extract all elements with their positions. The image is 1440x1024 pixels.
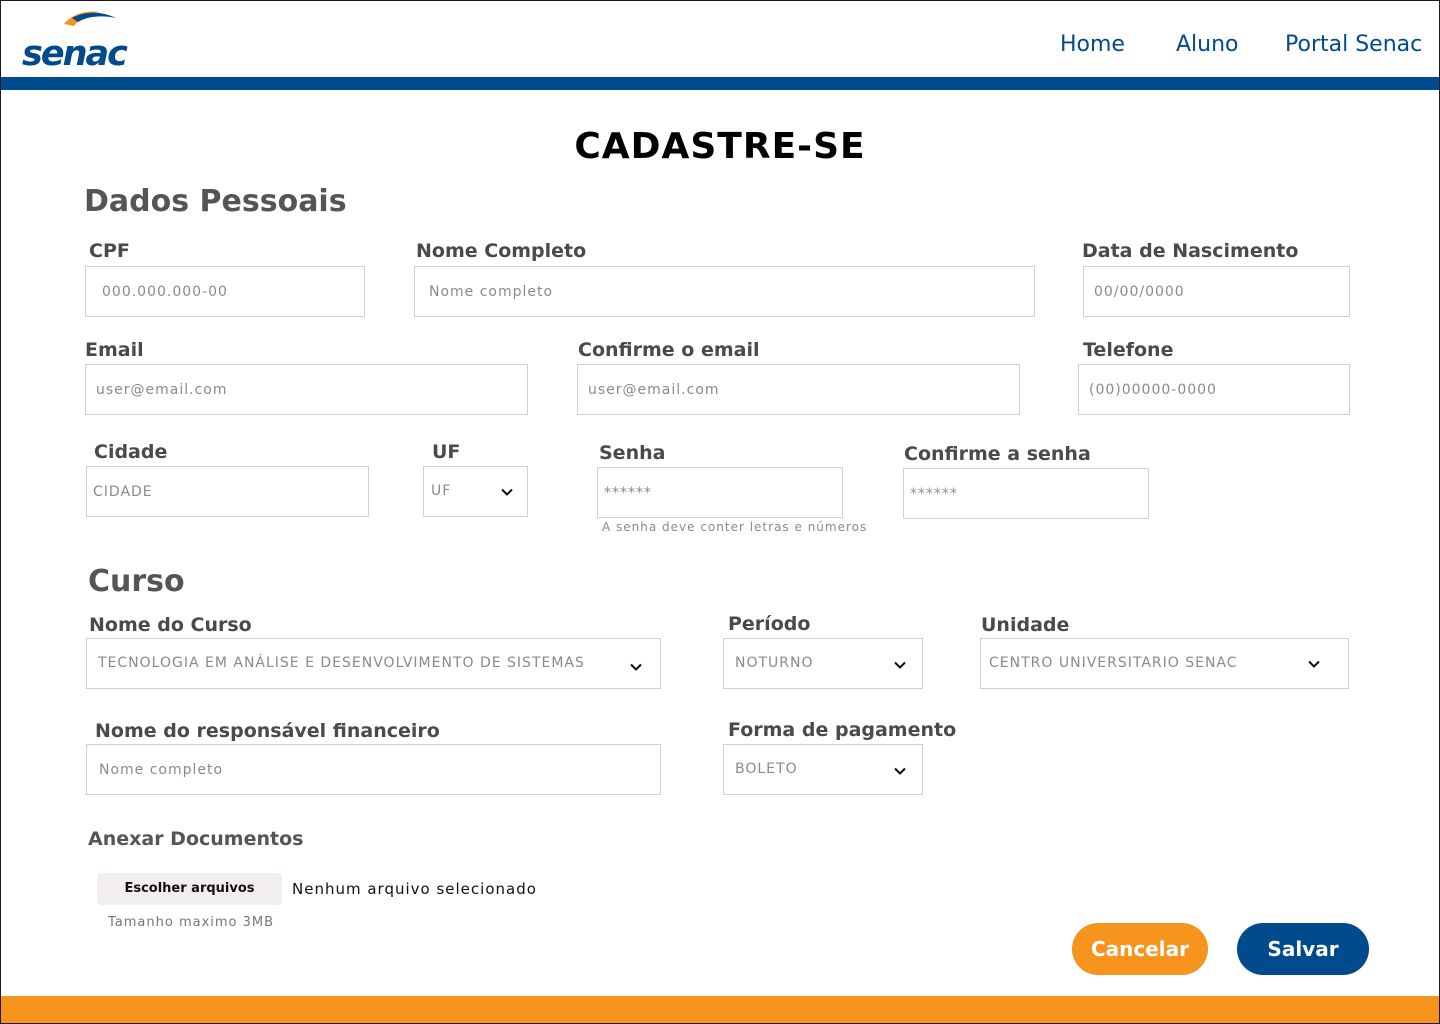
birth-date-field[interactable] [1083,266,1350,317]
full-name-label: Nome Completo [416,240,587,262]
email-field[interactable] [85,364,528,415]
city-label: Cidade [94,441,168,463]
course-name-select[interactable]: TECNOLOGIA EM ANÁLISE E DESENVOLVIMENTO … [86,638,661,689]
responsible-input[interactable] [87,745,660,794]
footer-orange-bar [0,996,1440,1024]
logo-text: senac [22,34,128,74]
chevron-down-icon [501,488,513,496]
payment-select[interactable]: BOLETO [723,744,923,795]
header-blue-bar [0,77,1440,90]
chevron-down-icon [1308,660,1320,668]
senac-logo[interactable]: senac [20,6,130,74]
chevron-down-icon [630,663,642,671]
period-select[interactable]: NOTURNO [723,638,923,689]
password-hint: A senha deve conter letras e números [602,520,868,534]
choose-files-button[interactable]: Escolher arquivos [97,873,282,905]
birth-date-label: Data de Nascimento [1082,240,1299,262]
unit-select[interactable]: CENTRO UNIVERSITARIO SENAC [980,638,1349,689]
attachments-label: Anexar Documentos [88,828,304,850]
phone-field[interactable] [1078,364,1350,415]
chevron-down-icon [894,661,906,669]
cpf-field[interactable] [85,266,365,317]
payment-value: BOLETO [735,761,798,777]
responsible-field[interactable] [86,744,661,795]
password-confirm-field[interactable] [903,468,1149,519]
cpf-input[interactable] [86,267,364,316]
password-input[interactable] [598,468,842,517]
full-name-field[interactable] [414,266,1035,317]
payment-label: Forma de pagamento [728,719,957,741]
phone-label: Telefone [1083,339,1174,361]
full-name-input[interactable] [415,267,1034,316]
save-button[interactable]: Salvar [1237,923,1369,975]
nav-portal-senac-link[interactable]: Portal Senac [1285,32,1422,57]
password-label: Senha [599,442,666,464]
section-title-course: Curso [88,564,185,599]
birth-date-input[interactable] [1084,267,1349,316]
responsible-label: Nome do responsável financeiro [95,720,440,742]
nav-home-link[interactable]: Home [1060,32,1125,57]
uf-select[interactable]: UF [423,466,528,517]
email-confirm-label: Confirme o email [578,339,760,361]
cancel-button[interactable]: Cancelar [1072,923,1208,975]
email-confirm-field[interactable] [577,364,1020,415]
period-label: Período [728,613,811,635]
password-confirm-input[interactable] [904,469,1148,518]
course-name-label: Nome do Curso [89,614,252,636]
file-size-hint: Tamanho maximo 3MB [108,915,275,930]
password-field[interactable] [597,467,843,518]
chevron-down-icon [894,767,906,775]
city-field[interactable] [86,466,369,517]
uf-value: UF [431,483,452,499]
uf-label: UF [432,441,461,463]
city-input[interactable] [87,467,368,516]
password-confirm-label: Confirme a senha [904,443,1091,465]
unit-label: Unidade [981,614,1070,636]
period-value: NOTURNO [735,655,814,671]
section-title-personal: Dados Pessoais [84,184,347,219]
file-status-text: Nenhum arquivo selecionado [292,880,537,898]
cpf-label: CPF [89,240,130,262]
page-title: CADASTRE-SE [574,126,866,167]
email-label: Email [85,339,144,361]
nav-aluno-link[interactable]: Aluno [1176,32,1239,57]
unit-value: CENTRO UNIVERSITARIO SENAC [989,655,1238,671]
email-input[interactable] [86,365,527,414]
email-confirm-input[interactable] [578,365,1019,414]
phone-input[interactable] [1079,365,1349,414]
course-name-value: TECNOLOGIA EM ANÁLISE E DESENVOLVIMENTO … [98,655,585,671]
